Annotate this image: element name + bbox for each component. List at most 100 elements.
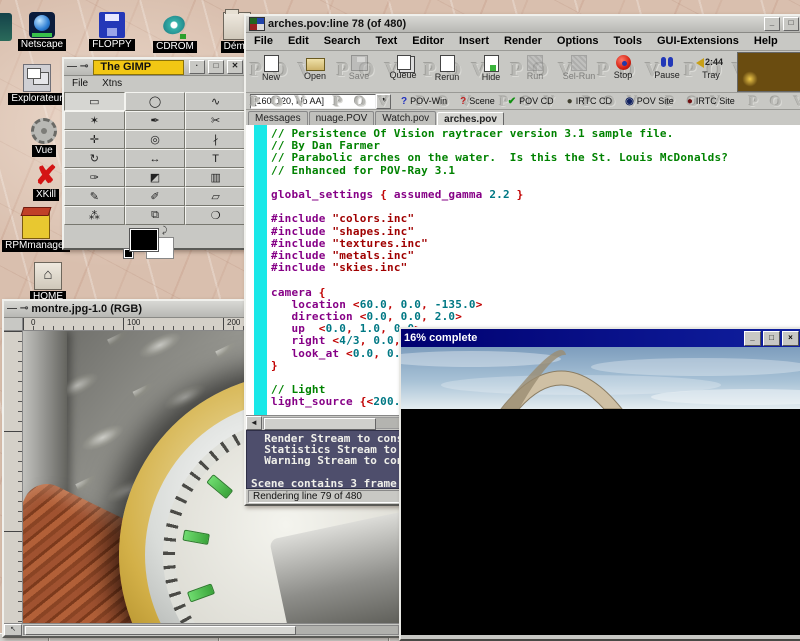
clone-tool[interactable]: ⧉ (125, 206, 186, 225)
desktop-icon-floppy[interactable]: FLOPPY (80, 12, 144, 51)
text-tool[interactable]: T (185, 149, 246, 168)
render-titlebar[interactable]: 16% complete _ □ × (401, 329, 800, 347)
toolbox-menu-xtns[interactable]: Xtns (102, 78, 122, 90)
bucket-fill-tool[interactable]: ◩ (125, 168, 186, 187)
link-label: POV-Win (410, 96, 447, 106)
scissors-tool[interactable]: ✂ (185, 111, 246, 130)
rerun-button[interactable]: Rerun (426, 53, 468, 82)
color-selector[interactable]: ⤸ (64, 225, 246, 261)
minimize-button[interactable]: _ (764, 17, 780, 31)
close-button[interactable]: ✕ (227, 60, 243, 74)
link-pov-cd[interactable]: ✔POV CD (508, 96, 554, 107)
desktop-icon-explorateur[interactable]: Explorateur (5, 64, 69, 105)
tab-arches.pov[interactable]: arches.pov (437, 112, 504, 126)
pencil-tool[interactable]: ✎ (64, 187, 125, 206)
link-pov-win[interactable]: ?POV-Win (401, 96, 447, 107)
desktop-icon-label: CDROM (153, 41, 197, 53)
flip-tool[interactable]: ↔ (125, 149, 186, 168)
menu-gui-extensions[interactable]: GUI-Extensions (657, 35, 739, 48)
toolbar-button-label: Stop (614, 71, 633, 80)
swap-colors-icon[interactable]: ⤸ (162, 225, 167, 236)
hour-marker (187, 583, 215, 602)
desktop-icon-rpmmanager[interactable]: RPMmanager (4, 211, 68, 252)
pin-icon[interactable]: ⊸ (20, 303, 28, 315)
tab-nuage.pov[interactable]: nuage.POV (309, 111, 375, 125)
tray-button[interactable]: 2:44Tray (690, 53, 732, 80)
transform-tool[interactable]: ↻ (64, 149, 125, 168)
gimp-toolbox-title: The GIMP (93, 60, 184, 75)
magnify-tool[interactable]: ◎ (125, 130, 186, 149)
fuzzy-select-tool[interactable]: ✶ (64, 111, 125, 130)
tab-watch.pov[interactable]: Watch.pov (375, 111, 436, 125)
menu-render[interactable]: Render (504, 35, 542, 48)
render-preset-select[interactable]: [160x120, No AA] (250, 94, 376, 109)
pause-button[interactable]: Pause (646, 53, 688, 80)
convolve-tool[interactable]: ❍ (185, 206, 246, 225)
minimize-button[interactable]: _ (744, 331, 761, 346)
link-scene[interactable]: ?Scene (460, 96, 495, 107)
shade-icon[interactable]: — (67, 61, 77, 73)
menu-button[interactable]: · (189, 60, 205, 74)
maximize-button[interactable]: □ (763, 331, 780, 346)
link-irtc-site[interactable]: ●IRTC Site (687, 96, 735, 107)
pause-icon (659, 55, 675, 70)
queue-button[interactable]: Queue (382, 53, 424, 80)
scrollbar-thumb[interactable] (264, 418, 376, 430)
link-irtc-cd[interactable]: ●IRTC CD (567, 96, 612, 107)
toolbar-button-label: Save (349, 72, 370, 81)
menu-editor[interactable]: Editor (412, 35, 444, 48)
flip-icon: ↔ (149, 153, 160, 165)
menu-file[interactable]: File (254, 35, 273, 48)
link-icon: ? (401, 96, 407, 107)
desktop-icon-cdrom[interactable]: CDROM (143, 14, 207, 53)
desktop-icon-netscape[interactable]: Netscape (10, 12, 74, 51)
preset-spinner-button[interactable]: ◆ (376, 94, 391, 109)
scrollbar-thumb[interactable] (25, 626, 296, 635)
close-button[interactable]: × (782, 331, 799, 346)
menu-search[interactable]: Search (324, 35, 361, 48)
color-picker-tool[interactable]: ✑ (64, 168, 125, 187)
crop-icon: ∤ (213, 133, 219, 146)
floppy-icon (99, 12, 125, 38)
new-button[interactable]: New (250, 53, 292, 82)
toolbar-button-label: New (262, 73, 280, 82)
link-icon: ✔ (508, 96, 516, 107)
blend-tool[interactable]: ▥ (185, 168, 246, 187)
menu-options[interactable]: Options (557, 35, 599, 48)
horizontal-scrollbar[interactable] (23, 625, 399, 635)
menu-text[interactable]: Text (375, 35, 397, 48)
maximize-button[interactable]: □ (783, 17, 799, 31)
povray-titlebar[interactable]: arches.pov:line 78 (of 480) _ □ (246, 16, 800, 33)
open-button[interactable]: Open (294, 53, 336, 81)
toolbar-button-label: Open (304, 72, 326, 81)
toolbox-menu-file[interactable]: File (72, 78, 88, 90)
ruler-corner-button[interactable] (4, 318, 23, 331)
move-tool[interactable]: ✛ (64, 130, 125, 149)
pin-icon[interactable]: ⊸ (80, 61, 88, 73)
maximize-button[interactable]: □ (208, 60, 224, 74)
ellipse-select-tool[interactable]: ◯ (125, 92, 186, 111)
stop-button[interactable]: Stop (602, 53, 644, 80)
nav-preview-button[interactable]: ↖ (4, 624, 22, 636)
link-pov-site[interactable]: ◉POV Site (625, 96, 674, 107)
paintbrush-tool[interactable]: ✐ (125, 187, 186, 206)
free-select-tool[interactable]: ∿ (185, 92, 246, 111)
hide-button[interactable]: Hide (470, 53, 512, 82)
menu-tools[interactable]: Tools (613, 35, 642, 48)
desktop-icon-home[interactable]: ⌂HOME (16, 262, 80, 303)
tab-messages[interactable]: Messages (248, 111, 308, 125)
shade-icon[interactable]: — (7, 303, 17, 315)
menu-edit[interactable]: Edit (288, 35, 309, 48)
menu-help[interactable]: Help (754, 35, 778, 48)
eraser-tool[interactable]: ▱ (185, 187, 246, 206)
explorateur-icon (23, 64, 51, 92)
gimp-toolbox-titlebar[interactable]: — ⊸ The GIMP · □ ✕ (64, 59, 246, 76)
menu-insert[interactable]: Insert (459, 35, 489, 48)
crop-tool[interactable]: ∤ (185, 130, 246, 149)
link-label: Scene (469, 96, 495, 106)
bezier-select-tool[interactable]: ✒ (125, 111, 186, 130)
scroll-left-arrow[interactable]: ◄ (246, 416, 262, 430)
foreground-color-swatch[interactable] (130, 229, 158, 251)
rect-select-tool[interactable]: ▭ (64, 92, 125, 111)
airbrush-tool[interactable]: ⁂ (64, 206, 125, 225)
